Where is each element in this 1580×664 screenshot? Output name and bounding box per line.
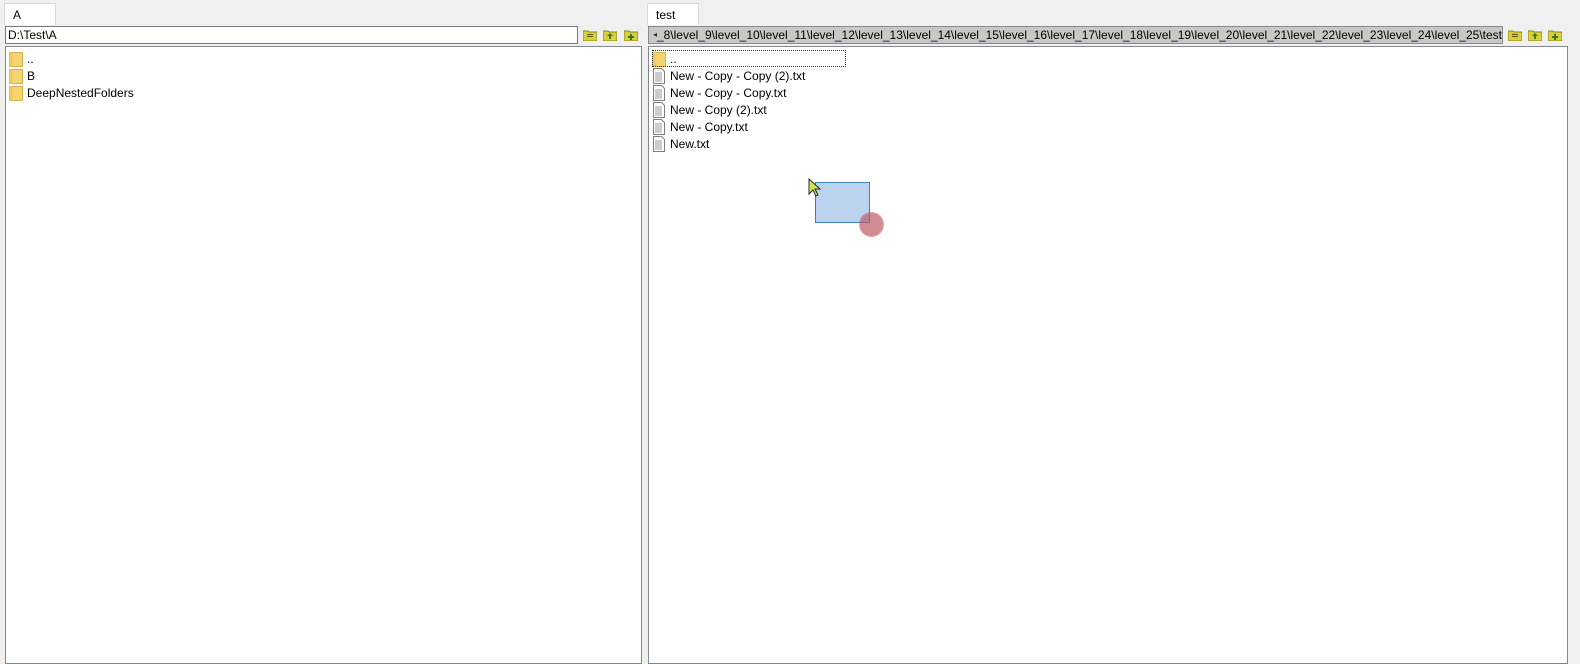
left-browse-button[interactable] (582, 27, 598, 43)
left-path-text: D:\Test\A (8, 28, 57, 42)
item-name: New - Copy.txt (670, 119, 748, 134)
right-file-list[interactable]: .. New - Copy - Copy (2).txt New - Copy - … (648, 46, 1568, 664)
left-tab-label: A (13, 8, 22, 22)
left-list-item[interactable]: DeepNestedFolders (9, 84, 203, 101)
right-list-item[interactable]: New.txt (652, 135, 846, 152)
left-parent-button[interactable] (602, 27, 618, 43)
left-file-list[interactable]: .. B DeepNestedFolders (5, 46, 642, 664)
item-name: DeepNestedFolders (27, 85, 134, 100)
drop-target-indicator (860, 213, 883, 236)
item-name: .. (670, 51, 677, 66)
left-tab[interactable]: A (4, 3, 56, 25)
new-folder-icon (624, 29, 638, 41)
text-file-icon (653, 135, 665, 152)
parent-folder-icon (603, 29, 617, 41)
scroll-left-arrow-icon[interactable]: ◂ (650, 28, 660, 42)
right-browse-button[interactable] (1507, 27, 1523, 43)
folder-icon (9, 51, 23, 67)
right-path-input[interactable]: ◂ _8\level_9\level_10\level_11\level_12\… (648, 26, 1503, 44)
folder-icon (9, 85, 23, 101)
text-file-icon (653, 67, 665, 84)
browse-folder-icon (583, 29, 597, 41)
right-pane: test ◂ _8\level_9\level_10\level_11\leve… (647, 0, 1577, 664)
left-list-item[interactable]: .. (9, 50, 203, 67)
parent-folder-icon (1528, 29, 1542, 41)
text-file-icon (653, 101, 665, 118)
right-list-item[interactable]: New - Copy (2).txt (652, 101, 846, 118)
right-new-folder-button[interactable] (1547, 27, 1563, 43)
item-name: New.txt (670, 136, 710, 151)
right-list-item[interactable]: New - Copy.txt (652, 118, 846, 135)
left-pane: A D:\Test\A .. B DeepNestedFolders (0, 0, 644, 664)
new-folder-icon (1548, 29, 1562, 41)
mouse-cursor-icon (808, 177, 822, 201)
item-name: New - Copy (2).txt (670, 102, 767, 117)
browse-folder-icon (1508, 29, 1522, 41)
left-list-item[interactable]: B (9, 67, 203, 84)
right-tab-label: test (656, 8, 676, 22)
right-parent-button[interactable] (1527, 27, 1543, 43)
text-file-icon (653, 84, 665, 101)
text-file-icon (653, 118, 665, 135)
folder-icon (652, 51, 666, 67)
right-list-item[interactable]: .. (652, 50, 846, 67)
right-path-text: _8\level_9\level_10\level_11\level_12\le… (656, 28, 1502, 42)
left-new-folder-button[interactable] (623, 27, 639, 43)
item-name: .. (27, 51, 34, 66)
item-name: New - Copy - Copy (2).txt (670, 68, 806, 83)
right-tab[interactable]: test (647, 3, 699, 25)
right-list-item[interactable]: New - Copy - Copy.txt (652, 84, 846, 101)
item-name: B (27, 68, 36, 83)
item-name: New - Copy - Copy.txt (670, 85, 787, 100)
right-list-item[interactable]: New - Copy - Copy (2).txt (652, 67, 846, 84)
folder-icon (9, 68, 23, 84)
left-path-input[interactable]: D:\Test\A (5, 26, 578, 44)
